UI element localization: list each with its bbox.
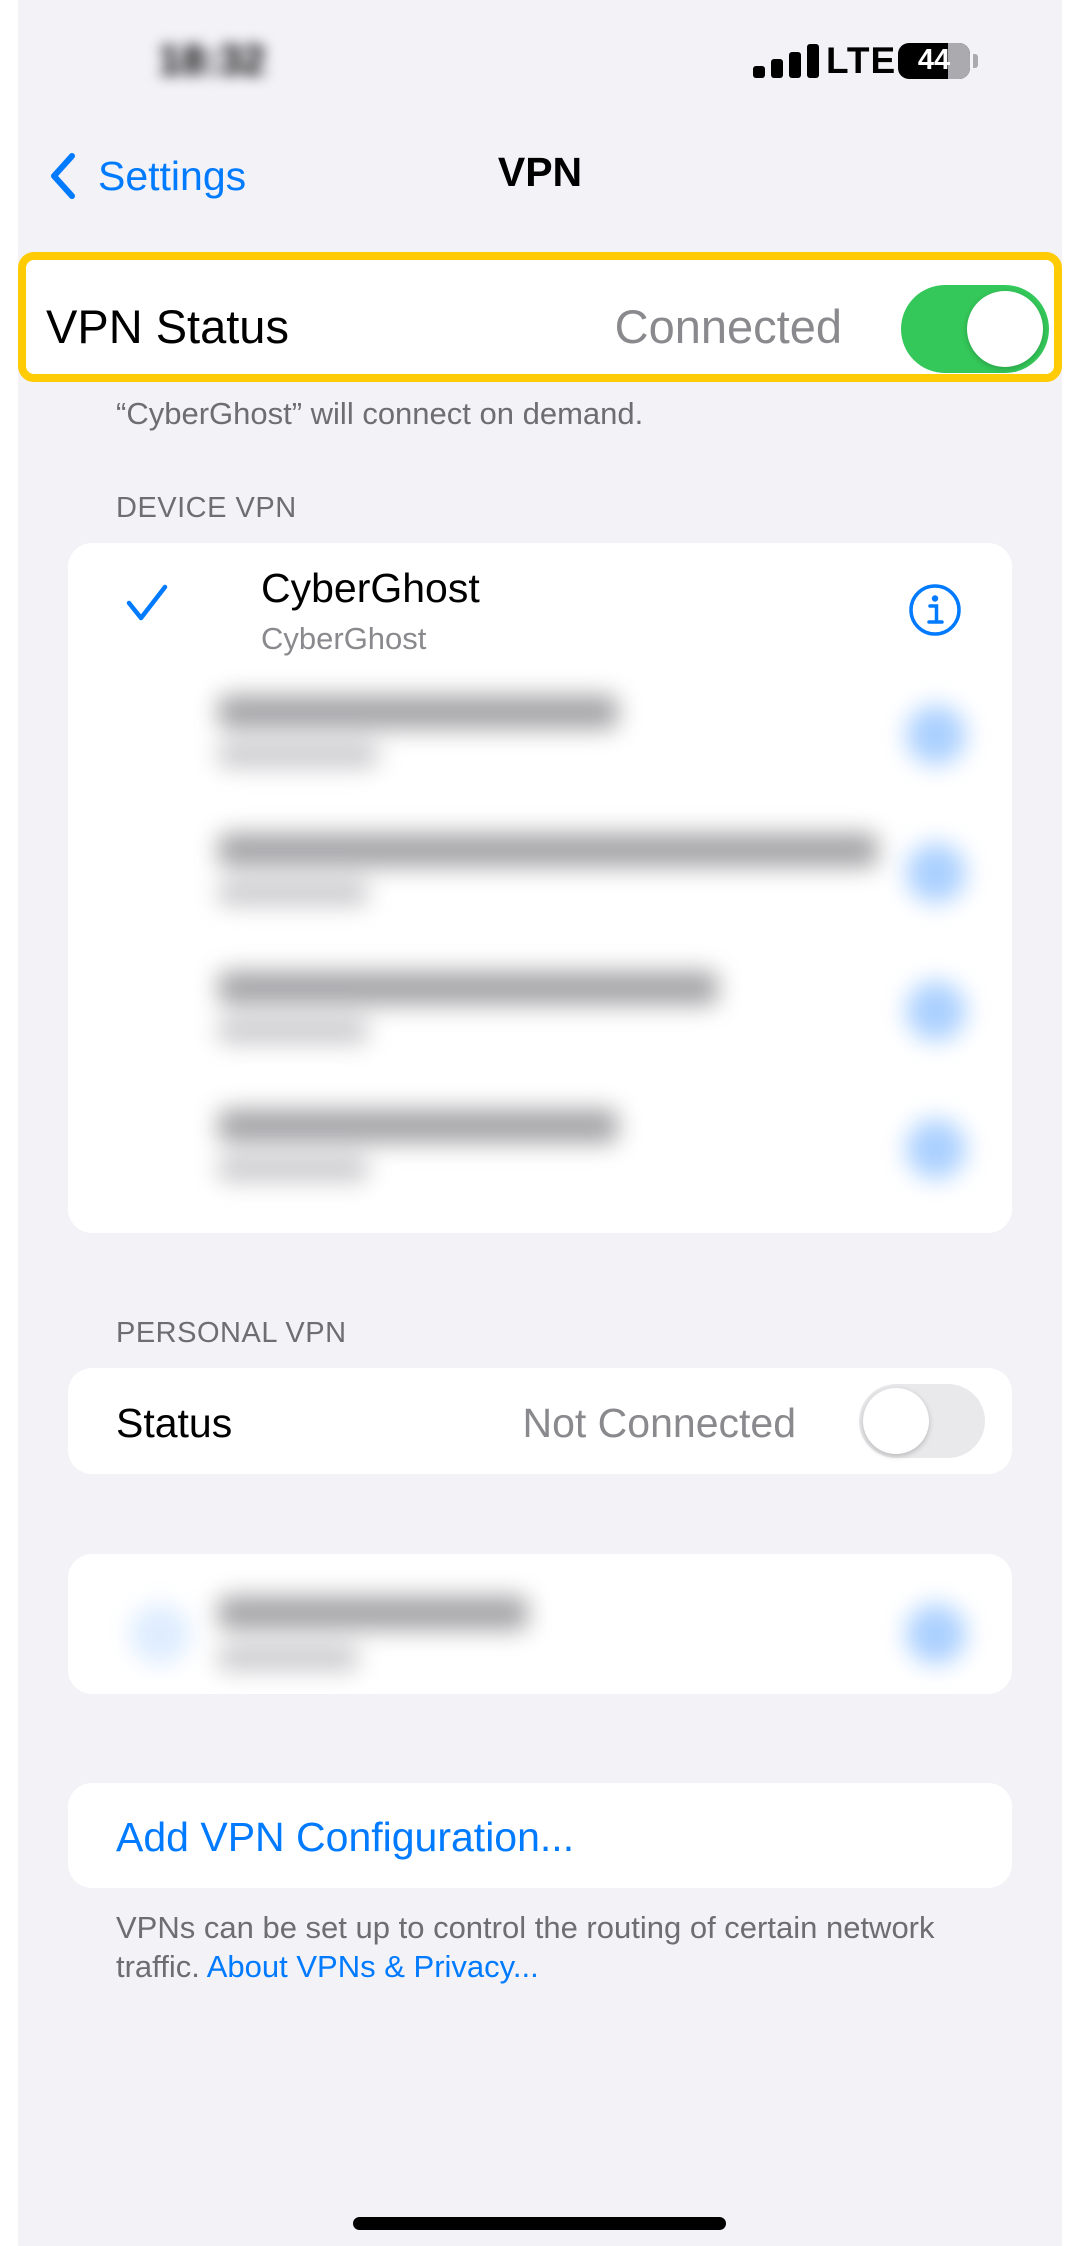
personal-status-value: Not Connected (522, 1400, 796, 1446)
obscured-vpn-row[interactable] (68, 1069, 1012, 1207)
vpn-footer-note: VPNs can be set up to control the routin… (116, 1908, 996, 1986)
checkmark-icon (126, 584, 168, 621)
vpn-row-subtitle: CyberGhost (261, 621, 427, 656)
add-vpn-configuration-row[interactable]: Add VPN Configuration... (68, 1783, 1012, 1888)
obscured-vpn-rows (68, 655, 1012, 1225)
obscured-personal-vpn-row[interactable] (68, 1554, 1012, 1694)
info-icon[interactable] (908, 583, 962, 637)
obscured-vpn-row[interactable] (68, 931, 1012, 1069)
device-vpn-header: DEVICE VPN (116, 492, 297, 524)
vpn-row-title: CyberGhost (261, 565, 480, 611)
status-time: 18:32 (158, 36, 266, 83)
add-vpn-configuration-button[interactable]: Add VPN Configuration... (116, 1814, 574, 1861)
about-vpns-privacy-link[interactable]: About VPNs & Privacy... (207, 1949, 539, 1984)
device-vpn-list: CyberGhost CyberGhost (68, 543, 1012, 1233)
page-title: VPN (497, 149, 583, 195)
on-demand-note: “CyberGhost” will connect on demand. (116, 396, 644, 431)
personal-vpn-toggle[interactable] (859, 1384, 985, 1458)
personal-status-label: Status (116, 1400, 233, 1446)
vpn-status-toggle[interactable] (901, 285, 1049, 373)
vpn-status-label: VPN Status (46, 300, 289, 353)
vpn-status-value: Connected (614, 300, 842, 353)
toggle-knob (967, 291, 1043, 367)
vpn-status-row: VPN Status Connected (18, 252, 1062, 382)
home-indicator[interactable] (353, 2217, 726, 2230)
obscured-vpn-row[interactable] (68, 793, 1012, 931)
toggle-knob (863, 1388, 929, 1454)
personal-vpn-header: PERSONAL VPN (116, 1317, 347, 1349)
vpn-settings-screen: 18:32 LTE 44 Settings VPN VPN Status Con… (18, 0, 1062, 2246)
battery-level: 44 (917, 44, 951, 76)
network-type: LTE (826, 40, 897, 81)
personal-vpn-status-row: Status Not Connected (68, 1368, 1012, 1474)
obscured-vpn-row[interactable] (68, 655, 1012, 793)
cellular-signal-icon (753, 44, 825, 78)
battery-nub (973, 54, 978, 68)
vpn-row-cyberghost[interactable]: CyberGhost CyberGhost (68, 543, 1012, 656)
personal-vpn-profile-card (68, 1554, 1012, 1694)
battery-icon: 44 (898, 43, 970, 79)
